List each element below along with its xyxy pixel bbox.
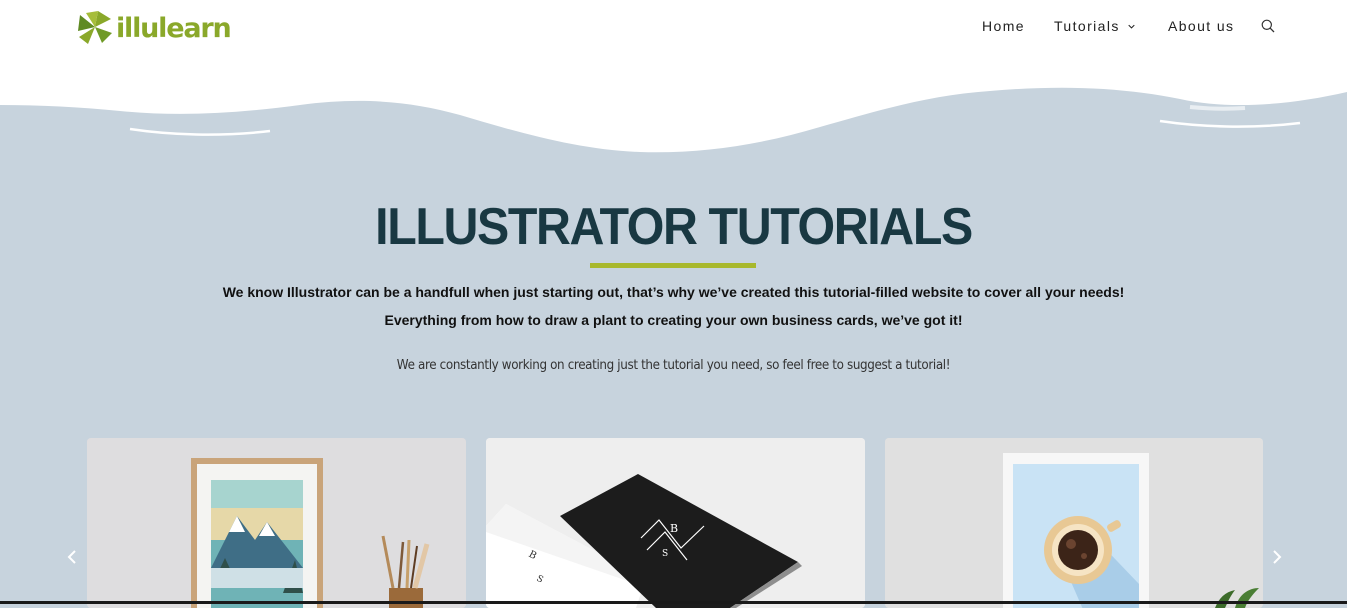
hero-lead-line-1: We know Illustrator can be a handfull wh… — [222, 284, 1125, 300]
hero-lead-line-2: Everything from how to draw a plant to c… — [384, 312, 963, 328]
nav-home[interactable]: Home — [982, 18, 1025, 34]
nav-tutorials-label: Tutorials — [1054, 18, 1120, 34]
tutorial-card-mountain-print[interactable] — [87, 438, 466, 608]
pinwheel-logo-icon — [78, 11, 112, 44]
chevron-down-icon — [1128, 24, 1135, 29]
site-header: illulearn Home Tutorials About us — [0, 0, 1347, 60]
page-title: ILLUSTRATOR TUTORIALS — [375, 198, 973, 256]
tutorial-card-coffee-print[interactable] — [885, 438, 1263, 608]
nav-about[interactable]: About us — [1168, 18, 1234, 34]
svg-text:S: S — [662, 549, 668, 559]
coffee-print-image — [885, 438, 1263, 608]
title-underline — [590, 263, 756, 268]
wave-divider — [0, 55, 1347, 153]
chevron-left-icon[interactable] — [66, 548, 78, 566]
hero-subtext: We are constantly working on creating ju… — [396, 358, 951, 373]
logo[interactable]: illulearn — [76, 8, 232, 46]
svg-text:B: B — [670, 522, 678, 535]
logo-text: illulearn — [116, 12, 232, 44]
business-cards-image: B S B S — [486, 438, 865, 608]
tutorial-card-business-cards[interactable]: B S B S — [486, 438, 865, 608]
chevron-right-icon[interactable] — [1271, 548, 1283, 566]
mountain-print-image — [87, 438, 466, 608]
search-icon[interactable] — [1261, 19, 1275, 33]
nav-tutorials[interactable]: Tutorials — [1054, 18, 1135, 34]
